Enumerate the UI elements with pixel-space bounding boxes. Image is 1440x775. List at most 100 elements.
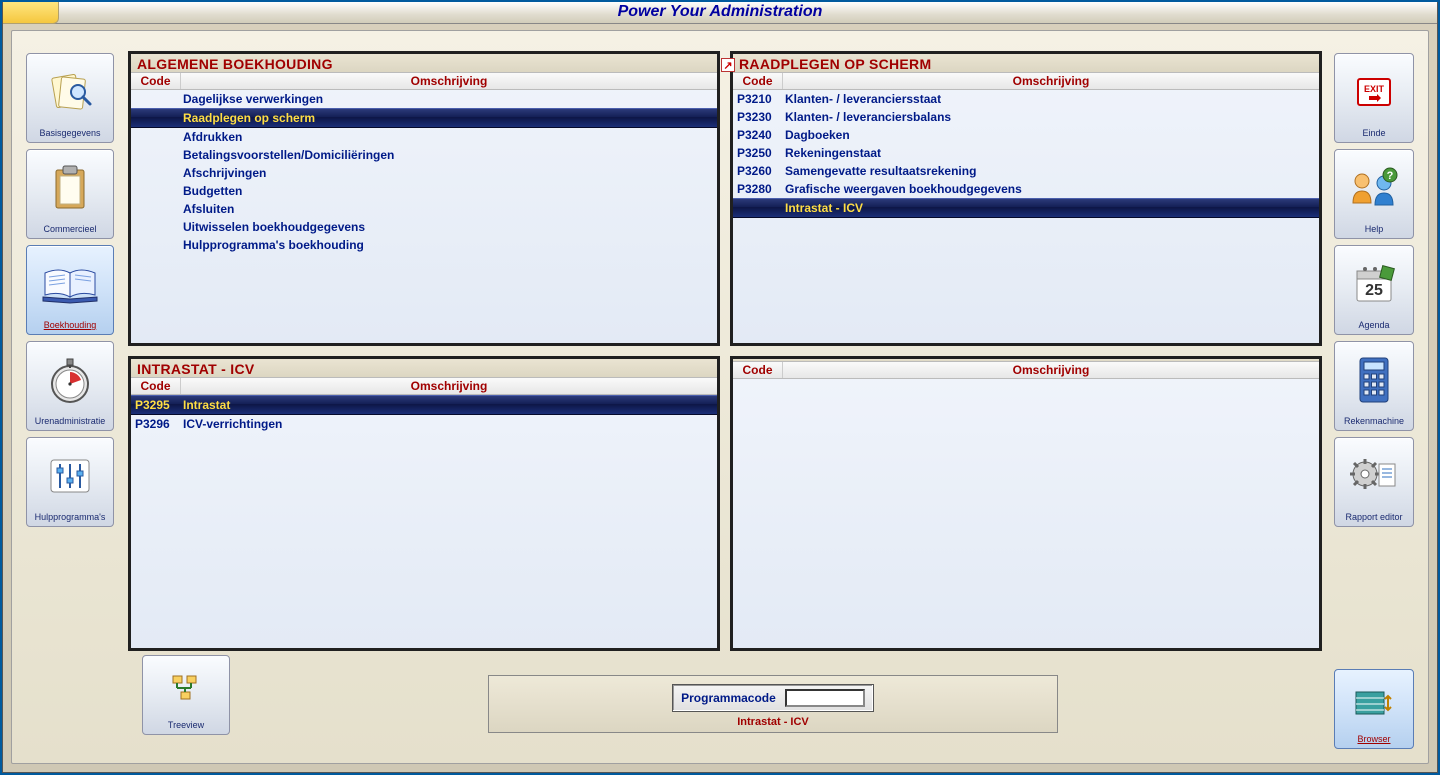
- sidebar-left: Basisgegevens Commercieel: [26, 53, 114, 527]
- col-desc: Omschrijving: [783, 362, 1319, 378]
- row-code: [131, 237, 181, 253]
- row-desc: Budgetten: [181, 183, 717, 199]
- browser-label: Browser: [1357, 734, 1390, 744]
- orange-corner-tab[interactable]: [3, 2, 59, 24]
- sidebar-right: EXIT Einde ? Help: [1334, 53, 1414, 527]
- list-row[interactable]: Afschrijvingen: [131, 164, 717, 182]
- row-code: [131, 183, 181, 199]
- list-row[interactable]: Intrastat - ICV: [733, 198, 1319, 218]
- row-code: P3230: [733, 109, 783, 125]
- sidebar-btn-agenda[interactable]: 25 Agenda: [1334, 245, 1414, 335]
- col-desc: Omschrijving: [783, 73, 1319, 89]
- row-desc: Grafische weergaven boekhoudgegevens: [783, 181, 1319, 197]
- row-desc: Raadplegen op scherm: [181, 110, 717, 126]
- row-code: P3296: [131, 416, 181, 432]
- panel-algemene-boekhouding: ALGEMENE BOEKHOUDING Code Omschrijving D…: [128, 51, 720, 346]
- row-desc: Uitwisselen boekhoudgegevens: [181, 219, 717, 235]
- sidebar-btn-boekhouding[interactable]: Boekhouding: [26, 245, 114, 335]
- programmacode-input[interactable]: [785, 689, 865, 707]
- column-headers: Code Omschrijving: [733, 72, 1319, 90]
- list-row[interactable]: Hulpprogramma's boekhouding: [131, 236, 717, 254]
- sidebar-label: Einde: [1362, 128, 1385, 138]
- list-row[interactable]: P3296ICV-verrichtingen: [131, 415, 717, 433]
- sidebar-label: Rekenmachine: [1344, 416, 1404, 426]
- sidebar-label: Commercieel: [43, 224, 96, 234]
- list-row[interactable]: Dagelijkse verwerkingen: [131, 90, 717, 108]
- list-row[interactable]: P3210Klanten- / leveranciersstaat: [733, 90, 1319, 108]
- sidebar-btn-rapport-editor[interactable]: Rapport editor: [1334, 437, 1414, 527]
- col-code: Code: [131, 378, 181, 394]
- treeview-button[interactable]: Treeview: [142, 655, 230, 735]
- row-code: [131, 147, 181, 163]
- list-row[interactable]: P3260Samengevatte resultaatsrekening: [733, 162, 1319, 180]
- list-row[interactable]: P3240Dagboeken: [733, 126, 1319, 144]
- programmacode-caption: Intrastat - ICV: [501, 716, 1045, 728]
- browser-button[interactable]: Browser: [1334, 669, 1414, 749]
- list-row[interactable]: Uitwisselen boekhoudgegevens: [131, 218, 717, 236]
- list-row[interactable]: P3295Intrastat: [131, 395, 717, 415]
- sidebar-label: Rapport editor: [1345, 512, 1402, 522]
- col-code: Code: [733, 73, 783, 89]
- row-desc: Rekeningenstaat: [783, 145, 1319, 161]
- list-row[interactable]: Budgetten: [131, 182, 717, 200]
- list-row[interactable]: P3280Grafische weergaven boekhoudgegeven…: [733, 180, 1319, 198]
- programmacode-box: Programmacode Intrastat - ICV: [488, 675, 1058, 733]
- list-row[interactable]: Afdrukken: [131, 128, 717, 146]
- row-code: P3240: [733, 127, 783, 143]
- row-desc: ICV-verrichtingen: [181, 416, 717, 432]
- sidebar-label: Help: [1365, 224, 1384, 234]
- row-desc: Intrastat - ICV: [783, 200, 1319, 216]
- row-code: P3210: [733, 91, 783, 107]
- link-arrow-icon: ↗: [721, 58, 735, 72]
- sidebar-label: Basisgegevens: [39, 128, 100, 138]
- programmacode-label: Programmacode: [681, 691, 776, 705]
- treeview-label: Treeview: [168, 720, 204, 730]
- sidebar-btn-basisgegevens[interactable]: Basisgegevens: [26, 53, 114, 143]
- row-code: [131, 201, 181, 217]
- panel-title: INTRASTAT - ICV: [131, 359, 717, 377]
- panel-rows: P3210Klanten- / leveranciersstaatP3230Kl…: [733, 90, 1319, 343]
- panel-rows: [733, 379, 1319, 648]
- svg-text:EXIT: EXIT: [1364, 84, 1385, 94]
- sidebar-label: Urenadministratie: [35, 416, 106, 426]
- sidebar-label: Agenda: [1358, 320, 1389, 330]
- browser-icon: [1352, 674, 1396, 732]
- list-row[interactable]: Raadplegen op scherm: [131, 108, 717, 128]
- sidebar-btn-commercieel[interactable]: Commercieel: [26, 149, 114, 239]
- panel-intrastat-icv: INTRASTAT - ICV Code Omschrijving P3295I…: [128, 356, 720, 651]
- sidebar-btn-urenadministratie[interactable]: Urenadministratie: [26, 341, 114, 431]
- sidebar-btn-hulpprogrammas[interactable]: Hulpprogramma's: [26, 437, 114, 527]
- exit-icon: EXIT: [1337, 58, 1411, 126]
- app-window: Power Your Administration Basisgegevens: [2, 2, 1438, 773]
- row-desc: Afdrukken: [181, 129, 717, 145]
- documents-magnifier-icon: [29, 58, 111, 126]
- sidebar-btn-rekenmachine[interactable]: Rekenmachine: [1334, 341, 1414, 431]
- row-desc: Klanten- / leveranciersstaat: [783, 91, 1319, 107]
- row-desc: Afschrijvingen: [181, 165, 717, 181]
- col-code: Code: [131, 73, 181, 89]
- panel-title: RAADPLEGEN OP SCHERM: [733, 54, 1319, 72]
- list-row[interactable]: P3230Klanten- / leveranciersbalans: [733, 108, 1319, 126]
- clipboard-icon: [29, 154, 111, 222]
- row-desc: Dagelijkse verwerkingen: [181, 91, 717, 107]
- row-code: [131, 91, 181, 107]
- list-row[interactable]: P3250Rekeningenstaat: [733, 144, 1319, 162]
- browser-holder: Browser: [1334, 669, 1414, 749]
- row-code: [131, 219, 181, 235]
- people-help-icon: ?: [1337, 154, 1411, 222]
- footer: Treeview Programmacode Intrastat - ICV: [128, 659, 1322, 749]
- sidebar-label: Hulpprogramma's: [35, 512, 106, 522]
- sidebar-btn-help[interactable]: ? Help: [1334, 149, 1414, 239]
- list-row[interactable]: Betalingsvoorstellen/Domiciliëringen: [131, 146, 717, 164]
- row-code: [733, 200, 783, 216]
- calendar-icon: 25: [1337, 250, 1411, 318]
- panel-raadplegen-op-scherm: ↗ RAADPLEGEN OP SCHERM Code Omschrijving…: [730, 51, 1322, 346]
- sidebar-btn-einde[interactable]: EXIT Einde: [1334, 53, 1414, 143]
- list-row[interactable]: Afsluiten: [131, 200, 717, 218]
- row-desc: Afsluiten: [181, 201, 717, 217]
- row-desc: Samengevatte resultaatsrekening: [783, 163, 1319, 179]
- row-code: [131, 110, 181, 126]
- row-desc: Betalingsvoorstellen/Domiciliëringen: [181, 147, 717, 163]
- row-code: [131, 165, 181, 181]
- row-code: P3295: [131, 397, 181, 413]
